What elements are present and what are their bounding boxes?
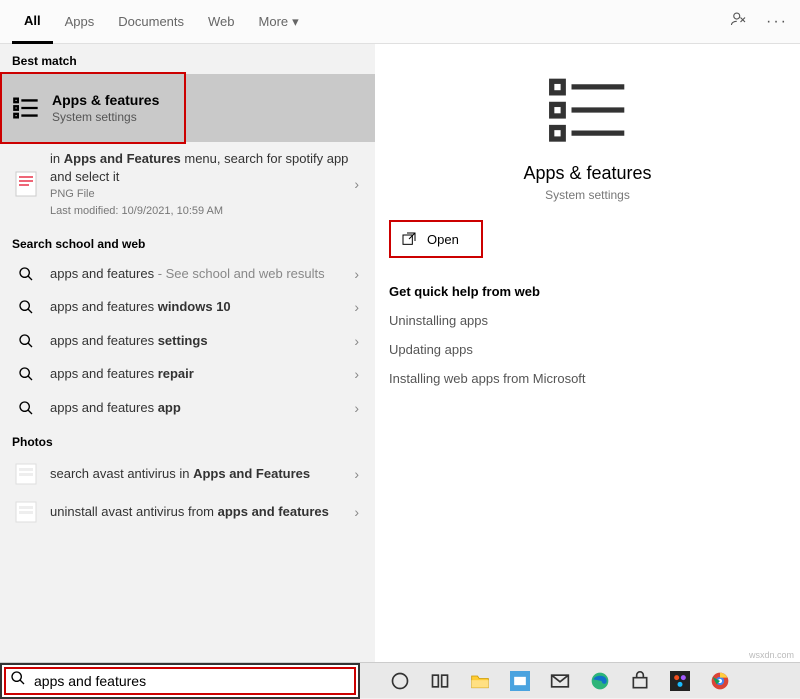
app-icon-1[interactable] [510, 671, 530, 691]
best-match-subtitle: System settings [52, 110, 159, 124]
task-view-icon[interactable] [430, 671, 450, 691]
wr2-text: apps and features [50, 333, 158, 348]
search-icon [12, 333, 40, 349]
wr2-bold: settings [158, 333, 208, 348]
photo-result-0[interactable]: search avast antivirus in Apps and Featu… [0, 455, 375, 493]
image-file-icon [12, 463, 40, 485]
photo-result-1[interactable]: uninstall avast antivirus from apps and … [0, 493, 375, 531]
search-tabs: All Apps Documents Web More ▾ ··· [0, 0, 800, 44]
wr3-text: apps and features [50, 366, 158, 381]
file-explorer-icon[interactable] [470, 671, 490, 691]
pr0-bold: Apps and Features [193, 466, 310, 481]
help-link-0[interactable]: Uninstalling apps [389, 313, 786, 328]
image-file-icon [12, 171, 40, 197]
tab-more-label: More [259, 14, 289, 29]
taskbar-search[interactable] [0, 663, 360, 699]
preview-subtitle: System settings [389, 188, 786, 202]
search-input[interactable] [34, 673, 358, 689]
tab-documents[interactable]: Documents [106, 0, 196, 44]
app-icon-2[interactable] [670, 671, 690, 691]
tab-all[interactable]: All [12, 0, 53, 44]
pr0-text: search avast antivirus in [50, 466, 193, 481]
wr0-suffix: - See school and web results [154, 266, 325, 281]
watermark: wsxdn.com [749, 650, 794, 660]
section-search-web: Search school and web [0, 227, 375, 257]
web-result-2[interactable]: apps and features settings › [0, 324, 375, 358]
taskbar [0, 662, 800, 698]
wr0-text: apps and features [50, 266, 154, 281]
chevron-down-icon: ▾ [292, 14, 299, 30]
store-icon[interactable] [630, 671, 650, 691]
search-icon [12, 400, 40, 416]
help-header: Get quick help from web [389, 284, 786, 299]
more-options-icon[interactable]: ··· [766, 13, 788, 31]
file-result-row[interactable]: in Apps and Features menu, search for sp… [0, 142, 375, 227]
pr1-bold: apps and features [218, 504, 329, 519]
highlight-box: Open [389, 220, 483, 258]
web-result-0[interactable]: apps and features - See school and web r… [0, 257, 375, 291]
wr1-bold: windows 10 [158, 299, 231, 314]
mail-icon[interactable] [550, 671, 570, 691]
chevron-right-icon[interactable]: › [350, 333, 363, 349]
feedback-icon[interactable] [730, 10, 748, 33]
chevron-right-icon[interactable]: › [350, 176, 363, 192]
file-result-type: PNG File [50, 187, 350, 202]
pr1-text: uninstall avast antivirus from [50, 504, 218, 519]
web-result-3[interactable]: apps and features repair › [0, 357, 375, 391]
chevron-right-icon[interactable]: › [350, 266, 363, 282]
search-icon [12, 266, 40, 282]
chevron-right-icon[interactable]: › [350, 299, 363, 315]
chevron-right-icon[interactable]: › [350, 504, 363, 520]
chevron-right-icon[interactable]: › [350, 400, 363, 416]
help-link-2[interactable]: Installing web apps from Microsoft [389, 371, 786, 386]
chrome-icon[interactable] [710, 671, 730, 691]
search-icon [10, 670, 26, 691]
open-icon [401, 231, 417, 247]
file-result-prefix: in [50, 151, 64, 166]
preview-title: Apps & features [389, 163, 786, 184]
search-icon [12, 299, 40, 315]
wr3-bold: repair [158, 366, 194, 381]
results-pane: Best match Apps & features System settin… [0, 44, 375, 662]
best-match-title: Apps & features [52, 92, 159, 108]
wr1-text: apps and features [50, 299, 158, 314]
preview-pane: Apps & features System settings Open Get… [375, 44, 800, 662]
chevron-right-icon[interactable]: › [350, 366, 363, 382]
chevron-right-icon[interactable]: › [350, 466, 363, 482]
apps-features-icon [12, 94, 40, 122]
file-result-bold: Apps and Features [64, 151, 181, 166]
web-result-4[interactable]: apps and features app › [0, 391, 375, 425]
best-match-row[interactable]: Apps & features System settings [0, 74, 375, 142]
apps-features-large-icon [548, 78, 628, 144]
wr4-bold: app [158, 400, 181, 415]
file-result-modified: Last modified: 10/9/2021, 10:59 AM [50, 204, 350, 219]
tab-more[interactable]: More ▾ [247, 0, 311, 44]
tab-apps[interactable]: Apps [53, 0, 107, 44]
section-photos: Photos [0, 425, 375, 455]
open-button[interactable]: Open [391, 222, 481, 256]
open-label: Open [427, 232, 459, 247]
image-file-icon [12, 501, 40, 523]
tab-web[interactable]: Web [196, 0, 247, 44]
cortana-icon[interactable] [390, 671, 410, 691]
web-result-1[interactable]: apps and features windows 10 › [0, 290, 375, 324]
search-icon [12, 366, 40, 382]
help-link-1[interactable]: Updating apps [389, 342, 786, 357]
section-best-match: Best match [0, 44, 375, 74]
wr4-text: apps and features [50, 400, 158, 415]
edge-icon[interactable] [590, 671, 610, 691]
